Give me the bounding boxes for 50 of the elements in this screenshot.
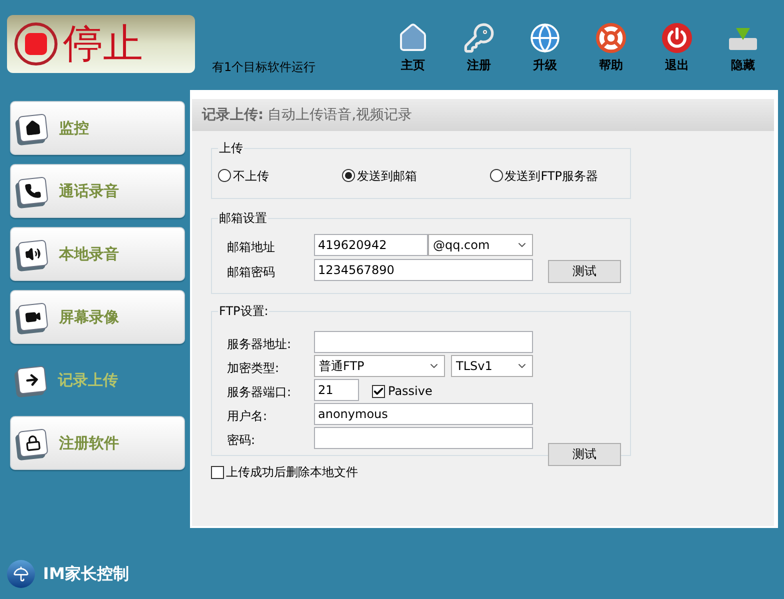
- power-icon: [661, 22, 693, 54]
- username-field[interactable]: anonymous: [314, 403, 533, 425]
- status-text: 有1个目标软件运行: [212, 59, 316, 76]
- field-label: 邮箱地址: [227, 239, 276, 256]
- panel-subtitle: 自动上传语音,视频记录: [268, 106, 412, 124]
- port-field[interactable]: 21: [314, 379, 359, 401]
- encryption-dropdown[interactable]: 普通FTP: [314, 355, 445, 377]
- home-card-icon: [18, 114, 48, 142]
- phone-card-icon: [18, 176, 48, 206]
- radio-option[interactable]: 不上传: [218, 166, 269, 184]
- toolbar-button[interactable]: 主页: [380, 22, 446, 74]
- keys-icon: [463, 22, 495, 54]
- group-title: 上传: [218, 140, 244, 156]
- field-label: 服务器地址:: [227, 336, 292, 353]
- lifebuoy-icon: [595, 22, 627, 54]
- server-address-field[interactable]: [314, 331, 533, 353]
- camera-card-icon: [18, 302, 48, 332]
- brand-name: IM家长控制: [43, 563, 129, 585]
- stop-button[interactable]: 停止: [7, 15, 195, 73]
- ftp-password-field[interactable]: [314, 427, 533, 449]
- toolbar-button[interactable]: 帮助: [578, 22, 644, 74]
- email-address-field[interactable]: 419620942: [314, 234, 428, 256]
- lock-card-icon: [18, 428, 48, 458]
- toolbar-button[interactable]: 注册: [446, 22, 512, 74]
- group-title: FTP设置:: [218, 303, 270, 319]
- toolbar-button[interactable]: 升级: [512, 22, 578, 74]
- stop-icon: [13, 21, 59, 67]
- field-label: 用户名:: [227, 408, 268, 425]
- delete-checkbox[interactable]: 上传成功后删除本地文件: [211, 463, 774, 481]
- globe-icon: [529, 22, 561, 54]
- group-title: 邮箱设置: [218, 210, 268, 226]
- radio-option[interactable]: 发送到邮箱: [342, 166, 417, 184]
- field-label: 服务器端口:: [227, 384, 292, 400]
- tls-dropdown[interactable]: TLSv1: [451, 355, 533, 377]
- test-button[interactable]: 测试: [548, 260, 621, 282]
- field-label: 加密类型:: [227, 360, 280, 377]
- speaker-card-icon: [18, 240, 48, 268]
- house-icon: [397, 22, 429, 54]
- field-label: 密码:: [227, 432, 256, 449]
- email-password-field[interactable]: 1234567890: [314, 259, 533, 281]
- radio-option[interactable]: 发送到FTP服务器: [490, 166, 598, 184]
- panel-title: 记录上传:: [202, 106, 264, 124]
- test-button[interactable]: 测试: [548, 442, 621, 466]
- domain-dropdown[interactable]: @qq.com: [428, 234, 533, 256]
- passive-checkbox[interactable]: Passive: [372, 382, 432, 400]
- arrow-card-icon: [16, 366, 48, 394]
- field-label: 邮箱密码: [227, 264, 276, 281]
- toolbar-button[interactable]: 退出: [644, 22, 710, 74]
- toolbar-button[interactable]: 隐藏: [710, 22, 776, 74]
- umbrella-logo-icon: [7, 560, 35, 588]
